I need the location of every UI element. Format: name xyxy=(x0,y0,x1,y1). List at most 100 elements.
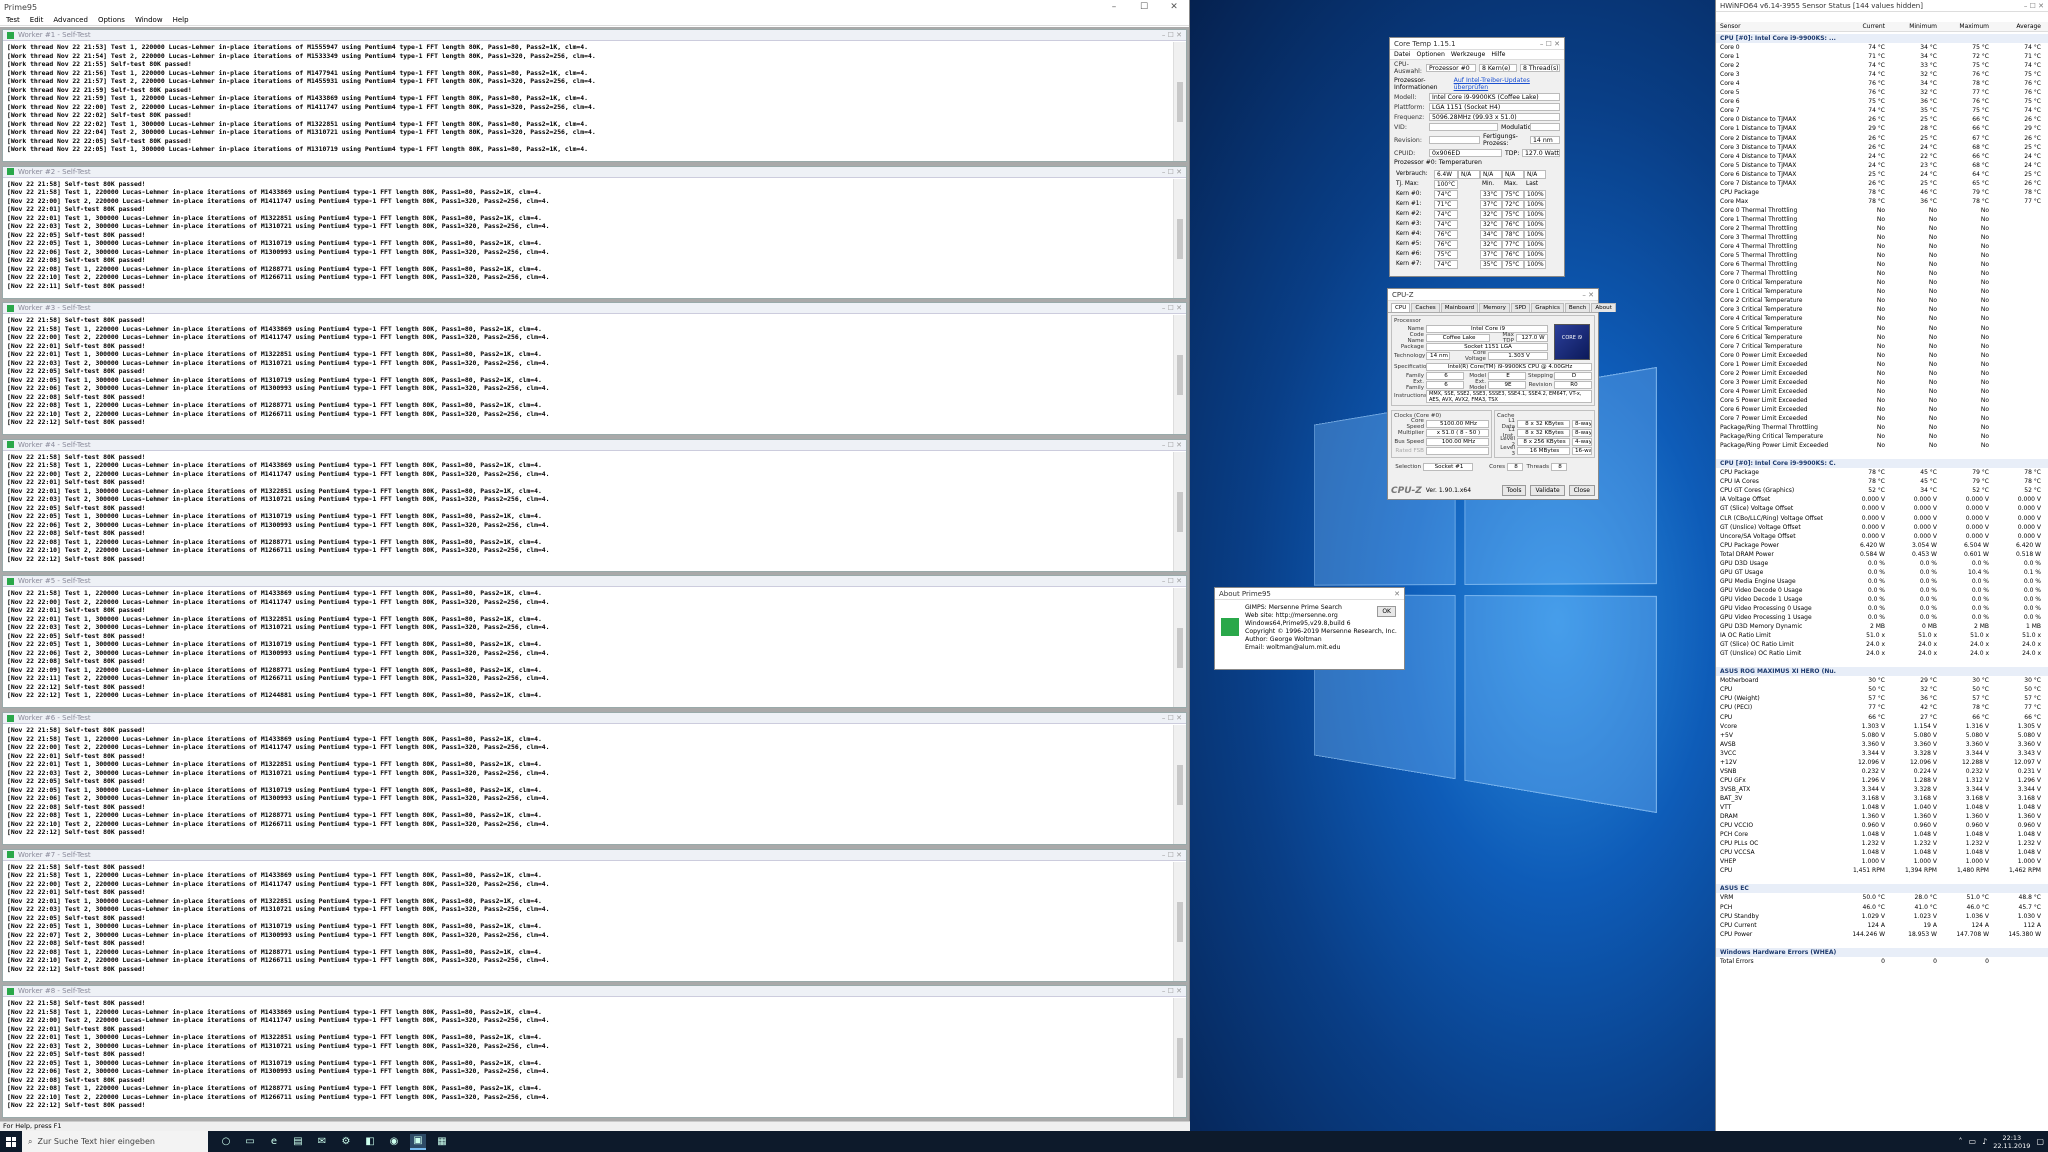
scrollbar-thumb[interactable] xyxy=(1177,765,1183,805)
menu-optionen[interactable]: Optionen xyxy=(1417,51,1445,58)
sensor-row[interactable]: Core 6 Thermal Throttling No No No xyxy=(1716,260,2048,269)
sensor-row[interactable]: CPU PLLs OC 1.232 V 1.232 V 1.232 V 1.232 V xyxy=(1716,839,2048,848)
sensor-row[interactable]: Core 0 Power Limit Exceeded No No No xyxy=(1716,351,2048,360)
sensor-row[interactable]: CPU GFx 1.296 V 1.288 V 1.312 V 1.296 V xyxy=(1716,776,2048,785)
app-icon[interactable]: ◧ xyxy=(362,1134,378,1150)
sensor-row[interactable]: Core 4 Distance to TjMAX 24 °C 22 °C 66 °C 2… xyxy=(1716,152,2048,161)
worker-titlebar[interactable]: Worker #2 - Self-Test – ☐ ✕ xyxy=(3,167,1186,178)
sensor-row[interactable]: Core 5 Distance to TjMAX 24 °C 23 °C 68 °C 2… xyxy=(1716,161,2048,170)
sensor-row[interactable]: GPU Video Decode 0 Usage 0.0 % 0.0 % 0.0 % 0… xyxy=(1716,586,2048,595)
sensor-row[interactable]: Core 3 Power Limit Exceeded No No No xyxy=(1716,378,2048,387)
sensor-row[interactable]: BAT_3V 3.168 V 3.168 V 3.168 V 3.168 V xyxy=(1716,794,2048,803)
window-controls-icon[interactable]: – ☐ ✕ xyxy=(1162,714,1186,722)
sensor-row[interactable]: Core 7 Distance to TjMAX 26 °C 25 °C 65 °C 2… xyxy=(1716,179,2048,188)
worker-titlebar[interactable]: Worker #5 - Self-Test – ☐ ✕ xyxy=(3,576,1186,587)
sensor-row[interactable]: GT (Slice) OC Ratio Limit 24.0 x 24.0 x 24.… xyxy=(1716,640,2048,649)
scrollbar-thumb[interactable] xyxy=(1177,628,1183,668)
close-icon[interactable]: – ☐ ✕ xyxy=(2024,2,2048,10)
coretemp-titlebar[interactable]: Core Temp 1.15.1 – ☐ ✕ xyxy=(1390,38,1564,50)
sensor-row[interactable]: Core 4 Power Limit Exceeded No No No xyxy=(1716,387,2048,396)
vertical-scrollbar[interactable] xyxy=(1173,315,1186,434)
mail-icon[interactable]: ✉ xyxy=(314,1134,330,1150)
sensor-row[interactable] xyxy=(1716,450,2048,459)
about-titlebar[interactable]: About Prime95 ✕ xyxy=(1215,588,1404,600)
sensor-row[interactable]: +12V 12.096 V 12.096 V 12.288 V 12.097 V xyxy=(1716,758,2048,767)
sensor-row[interactable]: Core 2 74 °C 33 °C 75 °C 74 °C xyxy=(1716,61,2048,70)
sensor-group[interactable]: ASUS ROG MAXIMUS XI HERO (Nu... xyxy=(1716,667,2048,676)
vertical-scrollbar[interactable] xyxy=(1173,725,1186,844)
sensor-row[interactable]: Core 3 Critical Temperature No No No xyxy=(1716,305,2048,314)
sensor-row[interactable] xyxy=(1716,658,2048,667)
sensor-row[interactable]: Core 0 Critical Temperature No No No xyxy=(1716,278,2048,287)
worker-titlebar[interactable]: Worker #6 - Self-Test – ☐ ✕ xyxy=(3,713,1186,724)
sensor-row[interactable]: GT (Slice) Voltage Offset 0.000 V 0.000 V0… xyxy=(1716,504,2048,513)
sensor-row[interactable]: Core 2 Thermal Throttling No No No xyxy=(1716,224,2048,233)
sensor-row[interactable]: DRAM 1.360 V 1.360 V 1.360 V 1.360 V xyxy=(1716,812,2048,821)
sensor-row[interactable]: Package/Ring Critical Temperature No No No xyxy=(1716,432,2048,441)
tab-bench[interactable]: Bench xyxy=(1565,303,1590,312)
sensor-list[interactable]: CPU [#0]: Intel Core i9-9900KS: ... Core … xyxy=(1716,34,2048,966)
sensor-row[interactable]: Total DRAM Power 0.584 W 0.453 W 0.601 W 0.5… xyxy=(1716,550,2048,559)
sensor-row[interactable]: Core 7 Thermal Throttling No No No xyxy=(1716,269,2048,278)
sensor-row[interactable]: CPU Package 78 °C 46 °C 79 °C 78 °C xyxy=(1716,188,2048,197)
scrollbar-thumb[interactable] xyxy=(1177,492,1183,532)
column-sensor[interactable]: Sensor xyxy=(1716,23,1836,30)
tab-mainboard[interactable]: Mainboard xyxy=(1441,303,1479,312)
worker-titlebar[interactable]: Worker #3 - Self-Test – ☐ ✕ xyxy=(3,303,1186,314)
sensor-group[interactable]: CPU [#0]: Intel Core i9-9900KS: C... xyxy=(1716,459,2048,468)
worker-window[interactable]: Worker #5 - Self-Test – ☐ ✕ [Nov 22 21:58]… xyxy=(2,575,1187,708)
sensor-row[interactable]: GPU Video Processing 0 Usage 0.0 % 0.0 % 0.… xyxy=(1716,604,2048,613)
tools-button[interactable]: Tools xyxy=(1502,485,1527,496)
sensor-row[interactable]: IA Voltage Offset 0.000 V 0.000 V 0.000 V 0.… xyxy=(1716,495,2048,504)
sensor-row[interactable]: GPU Video Decode 1 Usage 0.0 % 0.0 % 0.0 % 0… xyxy=(1716,595,2048,604)
sensor-row[interactable]: Core 6 Power Limit Exceeded No No No xyxy=(1716,405,2048,414)
close-icon[interactable]: – ☐ ✕ xyxy=(1540,40,1564,48)
tab-spd[interactable]: SPD xyxy=(1511,303,1530,312)
settings-icon[interactable]: ⚙ xyxy=(338,1134,354,1150)
scrollbar-thumb[interactable] xyxy=(1177,219,1183,259)
sensor-row[interactable]: AVSB 3.360 V 3.360 V 3.360 V 3.360 V xyxy=(1716,740,2048,749)
scrollbar-thumb[interactable] xyxy=(1177,82,1183,122)
tab-memory[interactable]: Memory xyxy=(1479,303,1510,312)
worker-titlebar[interactable]: Worker #1 - Self-Test – ☐ ✕ xyxy=(3,30,1186,41)
menu-edit[interactable]: Edit xyxy=(30,16,44,24)
sensor-row[interactable]: GPU D3D Memory Dynamic 2 MB 0 MB 2 MB 1 MB xyxy=(1716,622,2048,631)
tab-about[interactable]: About xyxy=(1591,303,1616,312)
worker-window[interactable]: Worker #7 - Self-Test – ☐ ✕ [Nov 22 21:58]… xyxy=(2,849,1187,982)
sensor-row[interactable]: GPU Video Processing 1 Usage 0.0 % 0.0 % 0.… xyxy=(1716,613,2048,622)
ok-button[interactable]: OK xyxy=(1377,606,1396,617)
start-button[interactable] xyxy=(0,1131,22,1152)
vertical-scrollbar[interactable] xyxy=(1173,452,1186,571)
sensor-row[interactable]: Package/Ring Power Limit Exceeded No No No xyxy=(1716,441,2048,450)
tab-caches[interactable]: Caches xyxy=(1411,303,1439,312)
tray-chevron-icon[interactable]: ˄ xyxy=(1959,1137,1963,1146)
sensor-row[interactable]: CPU 66 °C 27 °C 66 °C 66 °C xyxy=(1716,713,2048,722)
sensor-row[interactable]: CPU Current 124 A 19 A 124 A 112 A xyxy=(1716,921,2048,930)
sensor-row[interactable]: Vcore 1.303 V 1.154 V 1.316 V 1.305 V xyxy=(1716,722,2048,731)
menu-window[interactable]: Window xyxy=(135,16,163,24)
menu-help[interactable]: Help xyxy=(173,16,189,24)
menu-hilfe[interactable]: Hilfe xyxy=(1491,51,1505,58)
sensor-row[interactable]: CPU Standby 1.029 V 1.023 V 1.036 V 1.030 V xyxy=(1716,912,2048,921)
worker-window[interactable]: Worker #6 - Self-Test – ☐ ✕ [Nov 22 21:58]… xyxy=(2,712,1187,845)
sensor-row[interactable]: Core Max 78 °C 36 °C 78 °C 77 °C xyxy=(1716,197,2048,206)
sensor-row[interactable]: CPU GT Cores (Graphics) 52 °C 34 °C 52 °C 52… xyxy=(1716,486,2048,495)
sensor-group[interactable]: ASUS EC xyxy=(1716,884,2048,893)
sensor-row[interactable]: Core 1 Distance to TjMAX 29 °C 28 °C 66 °C 2… xyxy=(1716,124,2048,133)
vertical-scrollbar[interactable] xyxy=(1173,179,1186,298)
worker-window[interactable]: Worker #8 - Self-Test – ☐ ✕ [Nov 22 21:58]… xyxy=(2,985,1187,1118)
window-controls-icon[interactable]: – ☐ ✕ xyxy=(1162,577,1186,585)
sensor-row[interactable]: Motherboard 30 °C 29 °C 30 °C 30 °C xyxy=(1716,676,2048,685)
worker-titlebar[interactable]: Worker #4 - Self-Test – ☐ ✕ xyxy=(3,440,1186,451)
sensor-row[interactable]: +5V 5.080 V 5.080 V 5.080 V 5.080 V xyxy=(1716,731,2048,740)
sensor-row[interactable]: 3VCC 3.344 V 3.328 V 3.344 V 3.343 V xyxy=(1716,749,2048,758)
sensor-row[interactable]: Core 7 Critical Temperature No No No xyxy=(1716,342,2048,351)
sensor-row[interactable]: Package/Ring Thermal Throttling No No No xyxy=(1716,423,2048,432)
sensor-row[interactable]: Core 0 74 °C 34 °C 75 °C 74 °C xyxy=(1716,43,2048,52)
close-button[interactable]: Close xyxy=(1569,485,1595,496)
sensor-row[interactable]: PCH 46.0 °C 41.0 °C 46.0 °C 45.7 °C xyxy=(1716,903,2048,912)
sensor-row[interactable]: Core 4 76 °C 34 °C 78 °C 76 °C xyxy=(1716,79,2048,88)
worker-window[interactable]: Worker #2 - Self-Test – ☐ ✕ [Nov 22 21:58]… xyxy=(2,166,1187,299)
prime95-taskbar-icon[interactable]: ▣ xyxy=(410,1134,426,1150)
window-controls-icon[interactable]: – ☐ ✕ xyxy=(1162,31,1186,39)
